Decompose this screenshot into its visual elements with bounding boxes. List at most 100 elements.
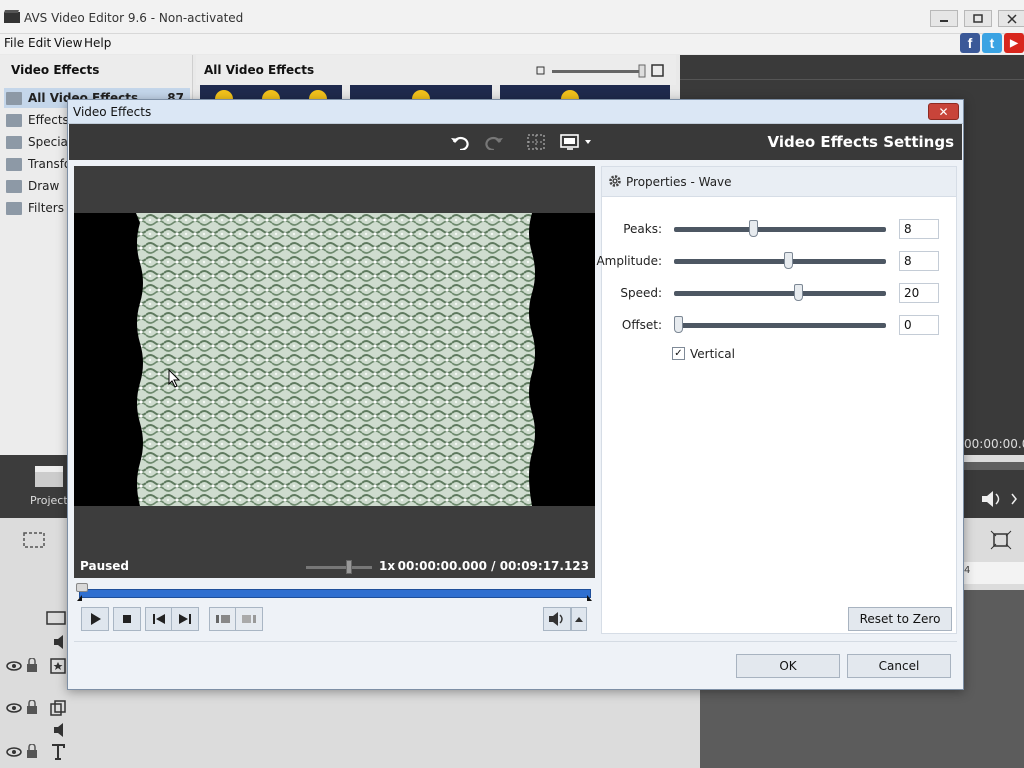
lock-icon[interactable] xyxy=(26,744,38,758)
close-icon xyxy=(1007,13,1017,24)
dialog-separator xyxy=(74,641,957,642)
play-icon xyxy=(91,613,101,625)
timeline-ruler: 4 xyxy=(962,562,1024,584)
background-progress xyxy=(964,462,1024,470)
gear-icon xyxy=(609,175,621,187)
menu-help[interactable]: Help xyxy=(84,36,111,50)
peaks-slider-handle[interactable] xyxy=(749,220,759,237)
fit-to-window-icon[interactable] xyxy=(990,530,1012,550)
peaks-input[interactable] xyxy=(899,219,939,239)
folder-icon xyxy=(6,113,22,127)
undo-button[interactable] xyxy=(449,132,473,152)
play-button[interactable] xyxy=(81,607,109,631)
mark-out-button[interactable] xyxy=(235,607,263,631)
facebook-icon[interactable]: f xyxy=(960,33,980,53)
offset-input[interactable] xyxy=(899,315,939,335)
reset-to-zero-button[interactable]: Reset to Zero xyxy=(848,607,952,631)
lock-icon[interactable] xyxy=(26,700,38,714)
offset-slider-handle[interactable] xyxy=(674,316,683,333)
mark-out-icon xyxy=(242,615,256,623)
redo-button[interactable] xyxy=(481,132,505,152)
volume-button[interactable] xyxy=(543,607,571,631)
eye-icon[interactable] xyxy=(6,746,22,758)
project-label: Project xyxy=(30,494,68,507)
text-track-icon xyxy=(52,744,65,760)
redo-icon xyxy=(485,136,503,150)
text-track-header xyxy=(0,742,70,768)
lock-icon[interactable] xyxy=(26,658,38,672)
peaks-slider-track[interactable] xyxy=(674,227,886,232)
volume-dropdown[interactable] xyxy=(571,607,587,631)
minimize-button[interactable] xyxy=(930,10,958,27)
param-label: Speed: xyxy=(620,286,662,300)
maximize-icon xyxy=(973,13,983,23)
crop-area-button[interactable] xyxy=(524,132,548,152)
film-icon xyxy=(46,611,66,625)
ruler-mark: 4 xyxy=(964,565,971,576)
menu-edit[interactable]: Edit xyxy=(28,36,51,50)
param-row-offset: Offset: xyxy=(602,313,956,337)
mark-in-icon xyxy=(216,615,230,623)
project-tab[interactable]: Project xyxy=(0,455,70,518)
video-track-header xyxy=(0,608,70,634)
star-icon xyxy=(412,90,430,99)
dialog-titlebar: Video Effects ✕ xyxy=(68,100,963,124)
amplitude-input[interactable] xyxy=(899,251,939,271)
menu-file[interactable]: File xyxy=(4,36,24,50)
effect-thumbnail[interactable] xyxy=(500,85,670,99)
dialog-title: Video Effects xyxy=(73,105,152,119)
folder-icon xyxy=(6,179,22,193)
effect-preview xyxy=(74,166,595,578)
effect-thumbnail[interactable] xyxy=(350,85,492,99)
vertical-checkbox[interactable]: ✓ xyxy=(672,347,685,360)
properties-header: Properties - Wave xyxy=(602,167,956,197)
youtube-icon[interactable]: ▶ xyxy=(1004,33,1024,53)
speed-slider-handle[interactable] xyxy=(346,560,352,574)
display-mode-dropdown[interactable] xyxy=(559,132,595,152)
effect-track-icon xyxy=(50,658,66,674)
seek-handle[interactable] xyxy=(76,583,88,592)
speed-slider-track[interactable] xyxy=(306,566,372,569)
menu-view[interactable]: View xyxy=(54,36,82,50)
eye-icon[interactable] xyxy=(6,660,22,672)
next-frame-button[interactable] xyxy=(171,607,199,631)
app-logo-icon xyxy=(4,10,20,23)
star-icon xyxy=(561,90,579,99)
cancel-button[interactable]: Cancel xyxy=(847,654,951,678)
thumbnail-size-slider[interactable] xyxy=(536,64,666,78)
ok-button[interactable]: OK xyxy=(736,654,840,678)
window-close-button[interactable] xyxy=(998,10,1024,27)
minimize-icon xyxy=(940,19,948,22)
storyboard-toggle-icon[interactable] xyxy=(22,530,48,550)
wave-preview-image xyxy=(136,213,535,506)
properties-title: Properties - Wave xyxy=(626,175,732,189)
previous-frame-button[interactable] xyxy=(145,607,173,631)
stars-icon xyxy=(215,90,327,99)
clapperboard-icon xyxy=(35,466,63,487)
twitter-icon[interactable]: t xyxy=(982,33,1002,53)
dialog-heading: Video Effects Settings xyxy=(767,133,954,151)
speed-slider-handle[interactable] xyxy=(793,284,803,301)
speaker-icon[interactable] xyxy=(980,490,1020,508)
dialog-close-button[interactable]: ✕ xyxy=(928,103,959,120)
effect-thumbnail[interactable] xyxy=(200,85,342,99)
param-row-peaks: Peaks: xyxy=(602,217,956,241)
skip-back-icon xyxy=(153,614,165,624)
amplitude-slider-handle[interactable] xyxy=(783,252,793,269)
monitor-icon xyxy=(560,134,591,150)
stop-button[interactable] xyxy=(113,607,141,631)
param-row-speed: Speed: xyxy=(602,281,956,305)
maximize-button[interactable] xyxy=(964,10,992,27)
sidebar-item-label: Special xyxy=(28,135,72,149)
mouse-cursor-icon xyxy=(168,369,181,388)
stop-icon xyxy=(123,615,131,623)
audio-icon xyxy=(54,723,63,737)
eye-icon[interactable] xyxy=(6,702,22,714)
amplitude-slider-track[interactable] xyxy=(674,259,886,264)
speed-slider-track[interactable] xyxy=(674,291,886,296)
video-effects-dialog: Video Effects ✕ Video Effects Settings P… xyxy=(67,99,964,690)
speed-input[interactable] xyxy=(899,283,939,303)
offset-slider-track[interactable] xyxy=(674,323,886,328)
mark-in-button[interactable] xyxy=(209,607,237,631)
gallery-header: All Video Effects xyxy=(196,55,676,85)
